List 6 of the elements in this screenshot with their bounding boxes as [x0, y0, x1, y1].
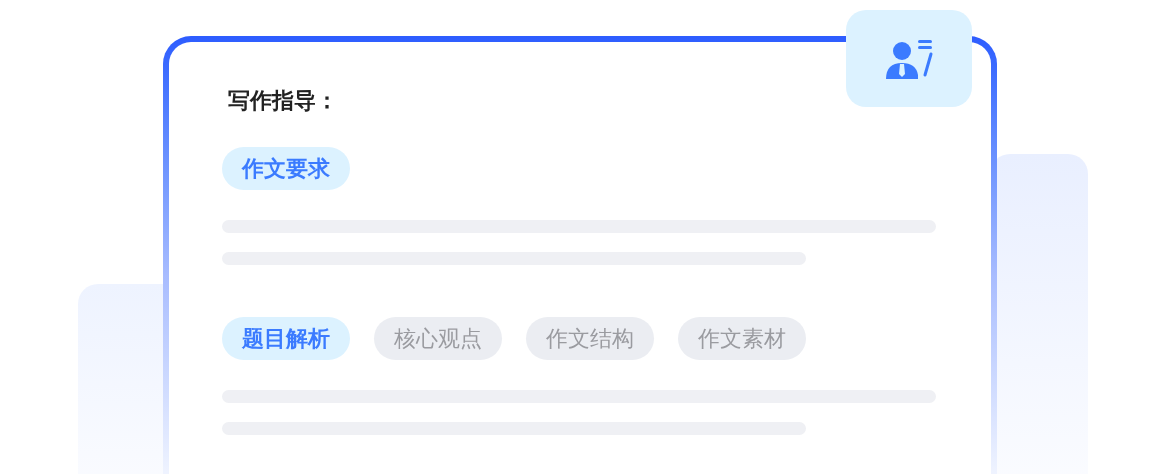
- tag[interactable]: 作文结构: [526, 317, 654, 360]
- card-title: 写作指导：: [227, 90, 338, 112]
- tag[interactable]: 题目解析: [222, 317, 350, 360]
- tag[interactable]: 核心观点: [374, 317, 502, 360]
- tag[interactable]: 作文要求: [222, 147, 350, 190]
- tag[interactable]: 作文素材: [678, 317, 806, 360]
